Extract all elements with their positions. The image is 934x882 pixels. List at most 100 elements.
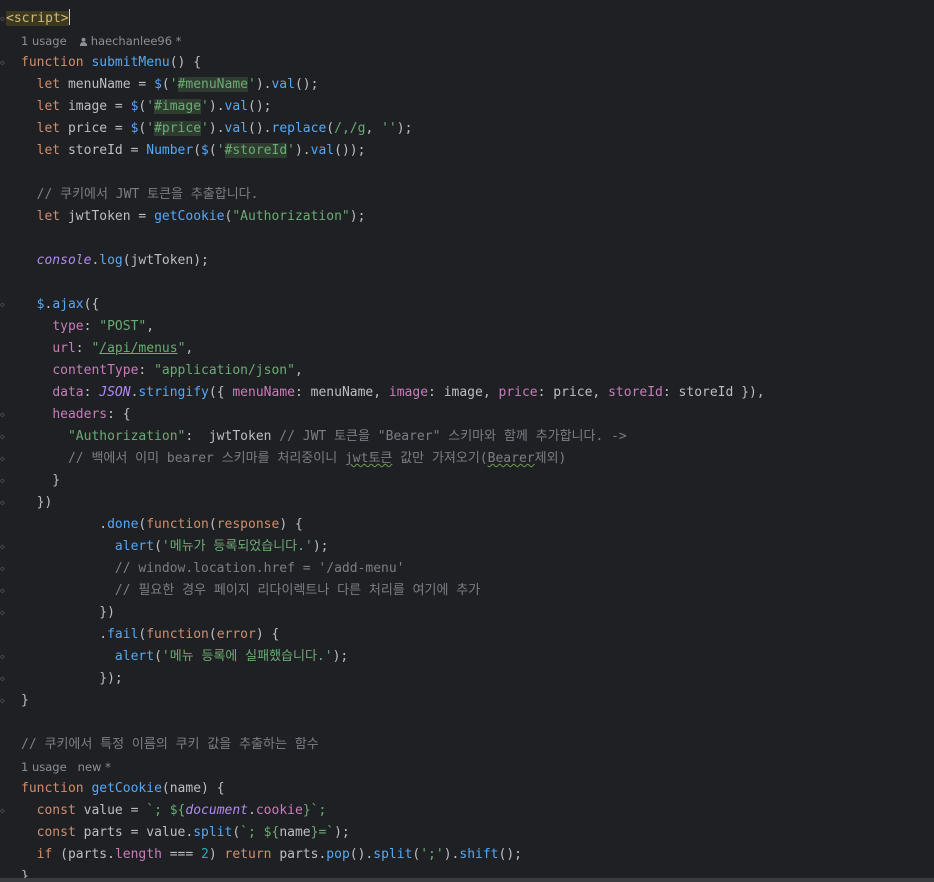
code-line[interactable]: "Authorization": jwtToken // JWT 토큰을 "Be… [21, 426, 627, 448]
code-line[interactable]: // window.location.href = '/add-menu' [21, 558, 405, 580]
code-line[interactable]: headers: { [21, 404, 130, 426]
code-token: cookie [255, 803, 303, 818]
fold-marker-icon[interactable]: ◇ [0, 300, 6, 310]
fold-marker-icon[interactable]: ◇ [0, 542, 6, 552]
code-line[interactable]: function submitMenu() { [21, 52, 201, 74]
code-line[interactable]: } [21, 690, 29, 712]
code-line[interactable]: let price = $('#price').val().replace(/,… [21, 118, 412, 140]
code-line[interactable]: const value = `; ${document.cookie}`; [21, 800, 327, 822]
code-token: ( [326, 121, 335, 136]
code-token: fail [107, 627, 139, 642]
fold-marker-icon[interactable]: ◇ [0, 410, 6, 420]
code-line[interactable]: if (parts.length === 2) return parts.pop… [21, 844, 522, 866]
code-token: headers [52, 407, 108, 422]
code-line[interactable]: let menuName = $('#menuName').val(); [21, 74, 318, 96]
code-line[interactable]: type: "POST", [21, 316, 154, 338]
code-token: ({ [208, 385, 233, 400]
code-line[interactable]: // 백에서 이미 bearer 스키마를 처리중이니 jwt토큰 값만 가져오… [21, 448, 566, 470]
code-token: `; ${ [240, 825, 280, 840]
code-line[interactable]: // 쿠키에서 JWT 토큰을 추출합니다. [21, 184, 259, 206]
code-token: '메뉴 등록에 실패했습니다.' [161, 649, 333, 664]
code-line[interactable]: // 쿠키에서 특정 이름의 쿠키 값을 추출하는 함수 [21, 734, 319, 756]
code-line[interactable]: }) [21, 602, 115, 624]
usage-count[interactable]: 1 usage [21, 760, 67, 774]
code-token: response [216, 517, 280, 532]
fold-marker-icon[interactable]: ◇ [0, 498, 6, 508]
code-line[interactable]: $.ajax({ [21, 294, 100, 316]
code-token: ). [443, 847, 460, 862]
code-token: }); [21, 671, 123, 686]
code-vision-hint[interactable]: 1 usage new * [21, 758, 111, 776]
author-label[interactable]: new * [78, 760, 111, 774]
code-line[interactable]: } [21, 470, 60, 492]
code-token: ' [248, 77, 256, 92]
code-line[interactable]: console.log(jwtToken); [21, 250, 209, 272]
code-token: $ [201, 143, 209, 158]
code-line[interactable]: let image = $('#image').val(); [21, 96, 272, 118]
code-token: split [373, 847, 413, 862]
fold-marker-icon[interactable]: ◇ [0, 674, 6, 684]
code-line[interactable]: // 필요한 경우 페이지 리다이렉트나 다른 처리를 여기에 추가 [21, 580, 480, 602]
code-line[interactable]: }); [21, 668, 123, 690]
code-line[interactable]: contentType: "application/json", [21, 360, 302, 382]
code-token: // 백에서 이미 bearer 스키마를 처리중이니 [67, 451, 345, 466]
fold-marker-icon[interactable]: ◇ [0, 586, 6, 596]
code-token: ( [208, 517, 217, 532]
code-token: ( [193, 143, 202, 158]
code-line[interactable]: .done(function(response) { [21, 514, 303, 536]
fold-marker-icon[interactable]: ◇ [0, 652, 6, 662]
code-token: #menuName [177, 77, 248, 92]
code-token: } [21, 473, 61, 488]
code-token: // 쿠키에서 특정 이름의 쿠키 값을 추출하는 함수 [21, 737, 319, 752]
code-editor[interactable]: <script> 1 usage haechanlee96 * function su… [0, 0, 934, 882]
fold-marker-icon[interactable]: ◇ [0, 564, 6, 574]
code-token: ( [208, 627, 217, 642]
code-token: log [99, 253, 123, 268]
fold-marker-icon[interactable]: ◇ [0, 476, 6, 486]
fold-marker-icon[interactable]: ◇ [0, 696, 6, 706]
code-line[interactable]: const parts = value.split(`; ${name}=`); [21, 822, 350, 844]
code-line[interactable]: <script> [6, 8, 70, 30]
fold-marker-icon[interactable]: ◇ [0, 806, 6, 816]
code-token: // JWT 토큰을 "Bearer" 스키마와 함께 추가합니다. -> [279, 429, 627, 444]
fold-marker-icon[interactable]: ◇ [0, 608, 6, 618]
code-line[interactable]: alert('메뉴가 등록되었습니다.'); [21, 536, 329, 558]
code-token: shift [459, 847, 499, 862]
code-token: val [271, 77, 295, 92]
code-token: // window.location.href = '/add-menu' [114, 561, 405, 576]
code-line[interactable]: alert('메뉴 등록에 실패했습니다.'); [21, 646, 348, 668]
code-token: const [36, 803, 84, 818]
code-token: }=` [310, 825, 335, 840]
usage-count[interactable]: 1 usage [21, 34, 67, 48]
fold-marker-icon[interactable]: ◇ [0, 454, 6, 464]
code-token: pop [326, 847, 350, 862]
code-token: let [36, 143, 68, 158]
code-token: getCookie [154, 209, 225, 224]
fold-marker-icon[interactable]: ◇ [0, 14, 6, 24]
code-line[interactable]: data: JSON.stringify({ menuName: menuNam… [21, 382, 764, 404]
code-line[interactable]: let jwtToken = getCookie("Authorization"… [21, 206, 366, 228]
code-line[interactable]: url: "/api/menus", [21, 338, 193, 360]
code-line[interactable]: }) [21, 492, 53, 514]
code-token: #price [154, 121, 202, 136]
fold-marker-icon[interactable]: ◇ [0, 58, 6, 68]
author-label[interactable]: haechanlee96 * [91, 34, 182, 48]
code-token: ( [161, 77, 170, 92]
fold-marker-icon[interactable]: ◇ [0, 432, 6, 442]
code-token: ). [208, 99, 225, 114]
code-line[interactable]: .fail(function(error) { [21, 624, 279, 646]
code-token: ). [294, 143, 311, 158]
code-line[interactable]: let storeId = Number($('#storeId').val()… [21, 140, 365, 162]
code-token: ) { [279, 517, 303, 532]
code-line[interactable]: function getCookie(name) { [21, 778, 225, 800]
horizontal-scrollbar[interactable] [0, 878, 934, 882]
code-vision-hint[interactable]: 1 usage haechanlee96 * [21, 32, 181, 50]
code-token: #storeId [224, 143, 288, 158]
